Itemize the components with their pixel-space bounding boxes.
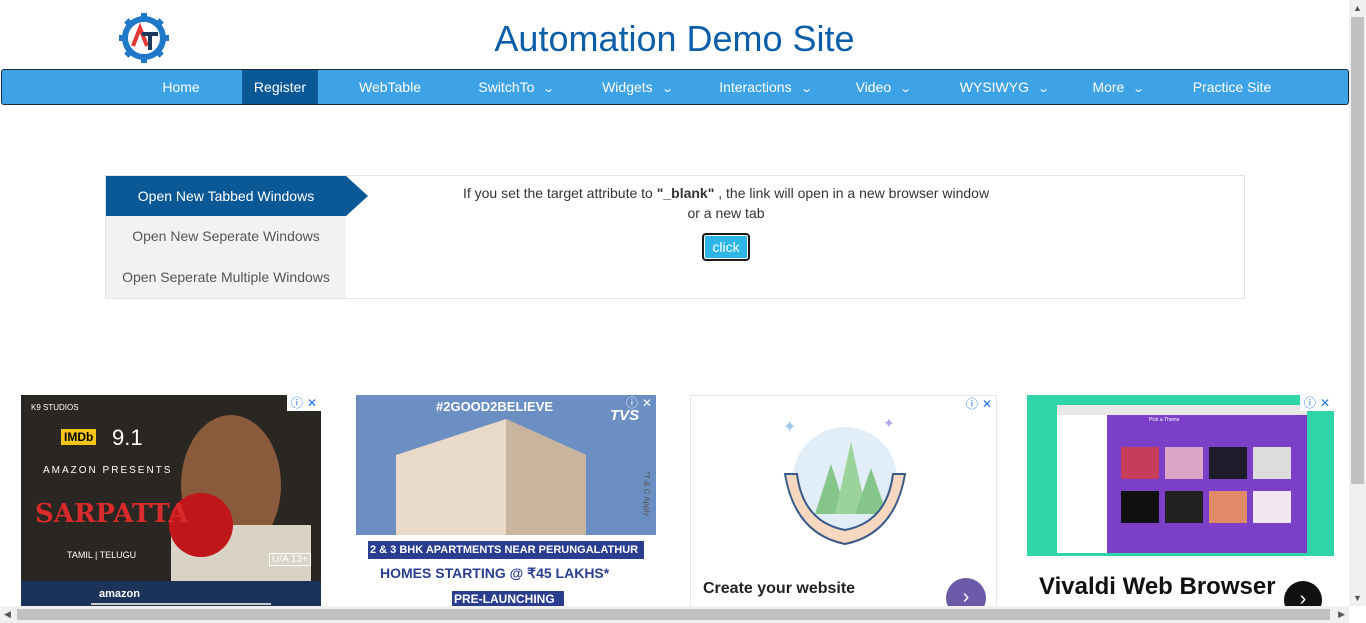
svg-text:✦: ✦ (783, 419, 796, 436)
active-tab-arrow (346, 176, 368, 216)
tab-open-new-tabbed-windows[interactable]: Open New Tabbed Windows (106, 176, 346, 216)
info-icon[interactable]: ⓘ (626, 396, 638, 410)
tab-open-seperate-multiple-windows[interactable]: Open Seperate Multiple Windows (106, 257, 346, 297)
windows-panel: Open New Tabbed Windows Open New Seperat… (105, 175, 1245, 299)
info-icon[interactable]: ⓘ (1304, 396, 1316, 410)
nav-webtable[interactable]: WebTable (347, 70, 433, 104)
ad-banner-apartments[interactable]: #2GOOD2BELIEVE TVS *T & C Apply 2 & 3 BH… (356, 395, 656, 607)
site-title: Automation Demo Site (494, 18, 855, 59)
ad-banner-movie[interactable]: K9 STUDIOS IMDb 9.1 AMAZON PRESENTS SARP… (21, 395, 321, 607)
chevron-down-icon: ⌄ (660, 83, 674, 95)
scroll-down-icon[interactable]: ▼ (1353, 593, 1362, 603)
nav-interactions[interactable]: Interactions ⌄ (710, 70, 820, 104)
scroll-up-icon[interactable]: ▲ (1353, 3, 1362, 13)
click-button[interactable]: click (702, 233, 750, 261)
main-navbar: Home Register WebTable SwitchTo ⌄ Widgets… (1, 69, 1349, 105)
ad-banner-website[interactable]: ✦ ✦ Create your website › ⓘ ✕ (690, 395, 997, 607)
nav-practice-site[interactable]: Practice Site (1182, 70, 1282, 104)
scroll-right-icon[interactable]: ▶ (1338, 609, 1345, 620)
nav-widgets[interactable]: Widgets ⌄ (592, 70, 682, 104)
nav-wysiwyg[interactable]: WYSIWYG ⌄ (952, 70, 1056, 104)
scroll-left-icon[interactable]: ◀ (4, 609, 11, 620)
vertical-scroll-thumb[interactable] (1351, 17, 1364, 484)
tab-open-new-seperate-windows[interactable]: Open New Seperate Windows (106, 216, 346, 256)
chevron-down-icon: ⌄ (1037, 83, 1051, 95)
ad-banner-vivaldi[interactable]: Pick a Theme Vivaldi Web Browser › ⓘ ✕ (1027, 395, 1334, 607)
close-icon[interactable]: ✕ (982, 397, 992, 411)
tab-description: If you set the target attribute to "_bla… (462, 185, 990, 221)
attribute-value: "_blank" (656, 185, 715, 201)
chevron-down-icon: ⌄ (1132, 83, 1146, 95)
horizontal-scroll-thumb[interactable] (17, 609, 1330, 620)
chevron-right-icon[interactable]: › (946, 578, 986, 606)
close-icon[interactable]: ✕ (1320, 396, 1330, 410)
chevron-down-icon: ⌄ (542, 83, 556, 95)
chevron-down-icon: ⌄ (799, 83, 813, 95)
nav-more[interactable]: More ⌄ (1086, 70, 1150, 104)
chevron-right-icon[interactable]: › (1284, 581, 1322, 607)
horizontal-scrollbar[interactable]: ◀ ▶ (0, 606, 1349, 623)
nav-home[interactable]: Home (152, 70, 210, 104)
hands-trees-illustration: ✦ ✦ (783, 415, 907, 546)
chevron-down-icon: ⌄ (899, 83, 913, 95)
windows-tab-list: Open New Tabbed Windows Open New Seperat… (106, 176, 368, 298)
nav-register[interactable]: Register (242, 70, 318, 104)
info-icon[interactable]: ⓘ (291, 396, 303, 410)
close-icon[interactable]: ✕ (642, 396, 652, 410)
vertical-scrollbar[interactable]: ▲ ▼ (1349, 0, 1366, 606)
close-icon[interactable]: ✕ (307, 396, 317, 410)
info-icon[interactable]: ⓘ (966, 397, 978, 411)
nav-switchto[interactable]: SwitchTo ⌄ (468, 70, 564, 104)
nav-video[interactable]: Video ⌄ (848, 70, 918, 104)
svg-text:✦: ✦ (883, 415, 895, 431)
